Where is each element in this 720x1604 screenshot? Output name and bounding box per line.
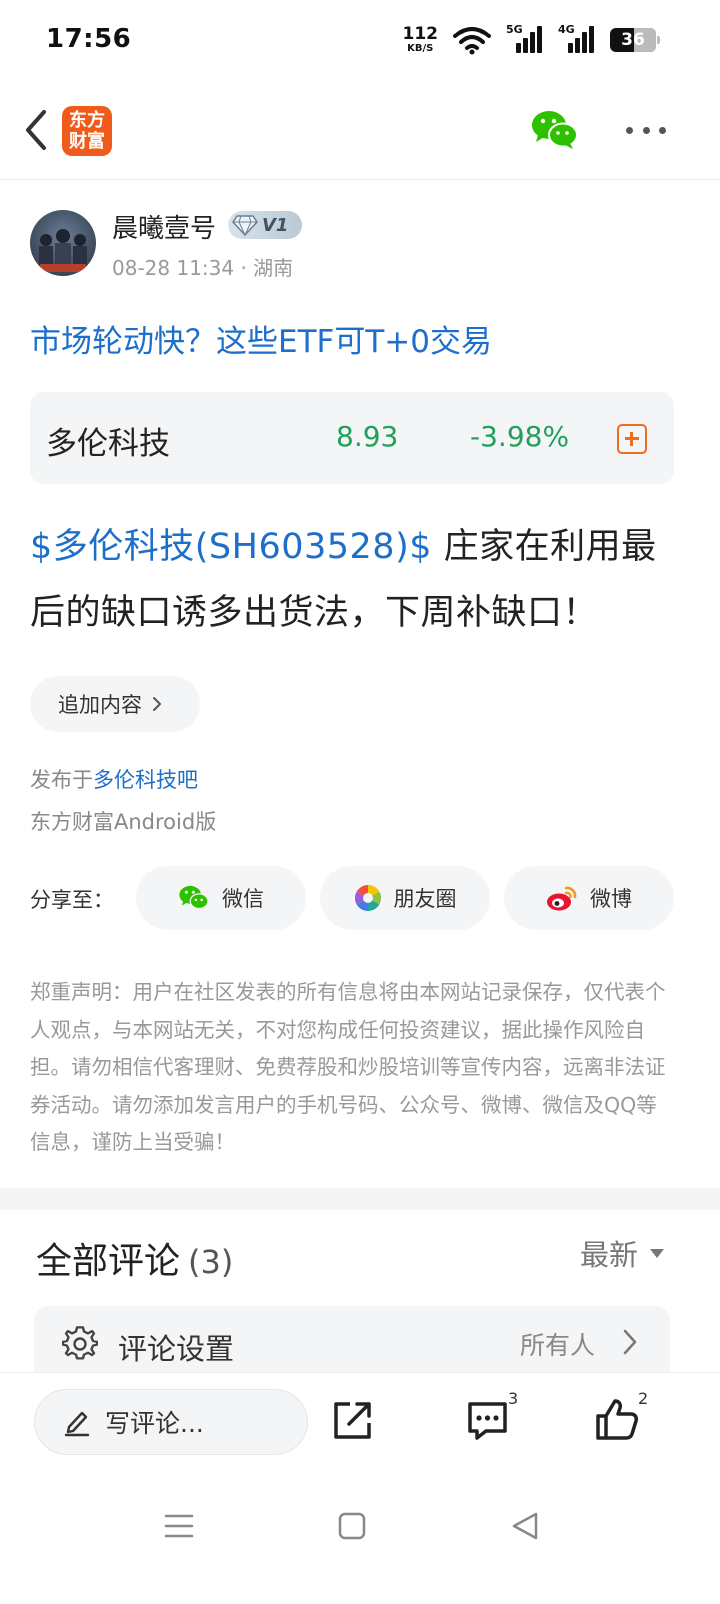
comments-title: 全部评论 (36, 1241, 181, 1282)
net-speed-unit: KB/S (407, 43, 434, 54)
share-weibo-button[interactable]: 微博 (504, 866, 674, 930)
recent-apps-icon[interactable] (158, 1506, 198, 1546)
more-dot-icon (626, 126, 633, 134)
comment-bubble-icon (468, 1402, 507, 1440)
signal-5g-label: 5G (506, 23, 523, 36)
post-meta: 08-28 11:34 · 湖南 (112, 256, 294, 280)
client-source: 东方财富Android版 (30, 810, 217, 834)
vip-level-badge: V1 (228, 211, 302, 239)
append-content-button[interactable]: 追加内容 (30, 676, 200, 732)
more-dot-icon (659, 126, 666, 134)
avatar-image (39, 229, 87, 272)
thumbs-up-icon (596, 1399, 638, 1440)
sort-dropdown[interactable]: 最新 (580, 1232, 665, 1274)
stock-name: 多伦科技 (46, 426, 170, 462)
comment-settings-row[interactable]: 评论设置 所有人 (34, 1306, 670, 1382)
share-label: 分享至： (30, 888, 114, 912)
share-out-icon (334, 1402, 371, 1439)
promo-title-link[interactable]: 市场轮动快？这些ETF可T+0交易 (30, 316, 492, 361)
logo-line2: 财富 (69, 131, 105, 152)
share-moments-button[interactable]: 朋友圈 (320, 866, 490, 930)
more-dot-icon (642, 126, 650, 134)
weibo-icon (547, 886, 577, 911)
comment-settings-label: 评论设置 (118, 1332, 235, 1366)
share-wechat-label: 微信 (222, 887, 264, 911)
status-bar: 17:56 112 KB/S 5G 4G 36 (0, 0, 720, 80)
comments-header: 全部评论 (3) (36, 1232, 233, 1284)
battery-icon: 36 (610, 28, 660, 52)
section-divider (0, 1188, 720, 1210)
like-count-badge: 2 (638, 1389, 649, 1408)
net-speed: 112 KB/S (403, 26, 439, 54)
add-watchlist-icon[interactable] (617, 424, 647, 454)
signal-5g-icon: 5G (506, 23, 544, 55)
signal-4g-icon: 4G (558, 23, 596, 55)
moments-icon (354, 884, 381, 912)
diamond-icon (232, 215, 258, 236)
chevron-right-icon (623, 1329, 637, 1355)
author-avatar[interactable] (30, 210, 96, 276)
comments-count: (3) (188, 1243, 234, 1281)
caret-down-icon (650, 1248, 665, 1258)
stock-tag-link[interactable]: $多伦科技(SH603528)$ (30, 527, 432, 567)
write-comment-input[interactable]: 写评论... (34, 1389, 308, 1455)
eastmoney-logo[interactable]: 东方 财富 (62, 106, 112, 156)
forward-button[interactable] (330, 1397, 380, 1447)
stock-price: 8.93 (336, 420, 399, 453)
append-content-label: 追加内容 (58, 693, 142, 717)
post-content: $多伦科技(SH603528)$ 庄家在利用最后的缺口诱多出货法，下周补缺口！ (30, 514, 690, 646)
stock-change: -3.98% (470, 420, 570, 453)
share-moments-label: 朋友圈 (393, 887, 457, 911)
stock-bar-link[interactable]: 多伦科技吧 (93, 768, 198, 792)
more-options-button[interactable] (622, 116, 670, 144)
chevron-right-icon (153, 697, 161, 711)
stock-quote-card[interactable]: 多伦科技 8.93 -3.98% (30, 392, 674, 484)
back-arrow-icon (26, 110, 46, 150)
published-in: 发布于多伦科技吧 (30, 764, 198, 794)
write-comment-placeholder: 写评论... (105, 1409, 204, 1438)
gear-icon (62, 1326, 98, 1360)
home-icon[interactable] (332, 1506, 372, 1546)
like-button[interactable]: 2 (594, 1389, 648, 1447)
signal-4g-label: 4G (558, 23, 575, 36)
vip-level-text: V1 (262, 214, 289, 236)
share-wechat-button[interactable]: 微信 (136, 866, 306, 930)
battery-level: 36 (621, 30, 645, 50)
share-weibo-label: 微博 (590, 887, 632, 911)
net-speed-value: 112 (402, 24, 439, 44)
wifi-icon (453, 27, 491, 55)
back-button[interactable] (14, 104, 58, 156)
top-nav-bar: 东方 财富 (0, 80, 720, 180)
author-name[interactable]: 晨曦壹号 (112, 208, 216, 245)
comment-count-badge: 3 (508, 1389, 519, 1408)
system-navigation-bar (0, 1476, 720, 1604)
comment-settings-value: 所有人 (520, 1331, 596, 1360)
wechat-icon (179, 885, 209, 910)
status-icons: 112 KB/S 5G 4G 36 (403, 22, 660, 58)
sort-label: 最新 (580, 1238, 639, 1272)
wechat-share-icon[interactable] (530, 108, 580, 152)
logo-line1: 东方 (69, 110, 105, 131)
status-time: 17:56 (46, 24, 132, 54)
comments-button[interactable]: 3 (464, 1389, 518, 1447)
disclaimer-text: 郑重声明：用户在社区发表的所有信息将由本网站记录保存，仅代表个人观点，与本网站无… (30, 980, 666, 1154)
bottom-action-bar: 写评论... 3 2 (0, 1372, 720, 1476)
pencil-icon (64, 1411, 90, 1437)
back-triangle-icon[interactable] (506, 1506, 546, 1546)
published-prefix: 发布于 (30, 768, 93, 792)
